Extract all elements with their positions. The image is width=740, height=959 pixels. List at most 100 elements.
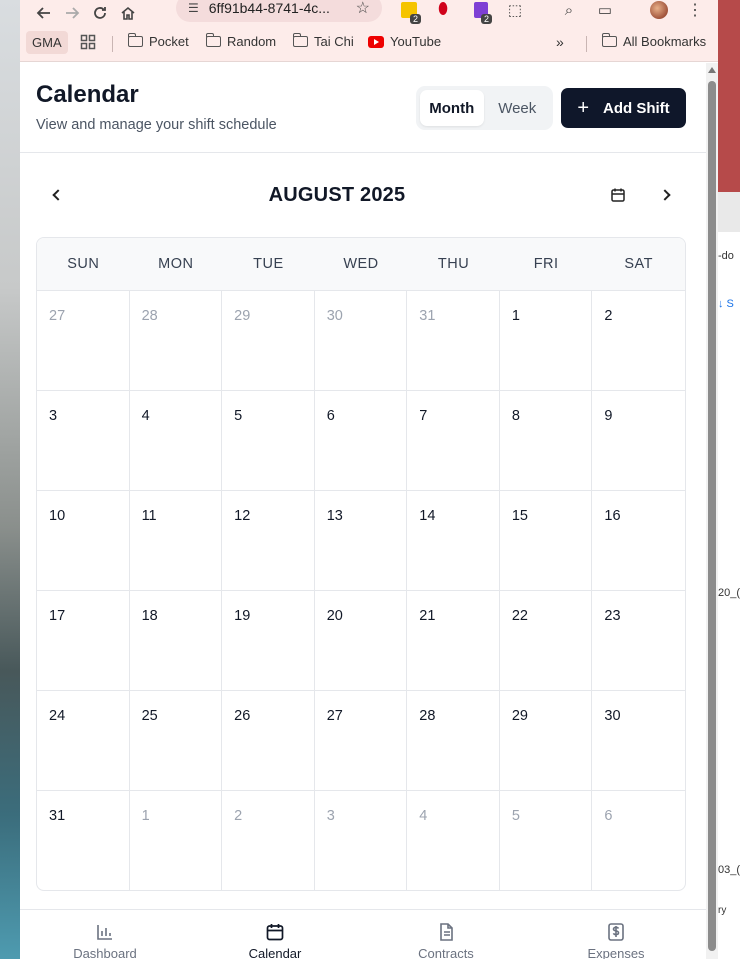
day-cell[interactable]: 31	[407, 291, 500, 391]
add-shift-button[interactable]: + Add Shift	[561, 88, 686, 128]
day-cell[interactable]: 4	[129, 391, 223, 491]
reload-icon	[94, 7, 106, 19]
day-cell[interactable]: 27	[314, 691, 408, 791]
document-icon	[440, 923, 453, 941]
extension-yellow[interactable]: 2	[398, 0, 421, 24]
scroll-up-arrow-icon[interactable]	[708, 67, 716, 73]
bookmark-star-icon[interactable]: ☆	[356, 0, 370, 18]
day-cell[interactable]: 3	[37, 391, 130, 491]
day-cell[interactable]: 14	[407, 491, 500, 591]
day-cell[interactable]: 22	[499, 591, 593, 691]
day-cell[interactable]: 20	[314, 591, 408, 691]
bookmark-label: Pocket	[149, 34, 189, 49]
nav-contracts[interactable]: Contracts	[386, 922, 506, 959]
weekday-label: TUE	[253, 256, 284, 272]
day-cell[interactable]: 2	[592, 291, 685, 391]
day-number: 13	[326, 508, 343, 524]
address-bar[interactable]: ☰ 6ff91b44-8741-4c... ☆	[176, 0, 382, 22]
day-cell[interactable]: 11	[129, 491, 223, 591]
day-cell[interactable]: 29	[499, 691, 593, 791]
day-cell[interactable]: 18	[129, 591, 223, 691]
day-number: 24	[49, 708, 66, 724]
day-cell[interactable]: 29	[222, 291, 315, 391]
day-number: 31	[419, 308, 436, 324]
plus-icon: +	[577, 97, 590, 119]
opera-extension-icon[interactable]: ⬮	[432, 0, 454, 20]
day-cell[interactable]: 5	[500, 791, 593, 890]
day-cell[interactable]: 27	[37, 291, 130, 391]
site-settings-icon[interactable]: ☰	[188, 1, 199, 15]
day-cell[interactable]: 7	[407, 391, 500, 491]
extensions-puzzle-icon[interactable]: ⬚	[504, 0, 526, 20]
nav-calendar[interactable]: Calendar	[215, 922, 335, 959]
day-number: 1	[141, 808, 150, 824]
day-cell[interactable]: 25	[129, 691, 223, 791]
date-picker-button[interactable]	[606, 183, 630, 207]
day-cell[interactable]: 10	[37, 491, 130, 591]
day-cell[interactable]: 21	[407, 591, 500, 691]
day-cell[interactable]: 1	[499, 291, 593, 391]
day-cell[interactable]: 19	[222, 591, 315, 691]
bookmark-gma[interactable]: GMA	[26, 31, 68, 54]
day-cell[interactable]: 6	[314, 391, 408, 491]
day-number: 23	[604, 608, 621, 624]
day-number: 15	[511, 508, 528, 524]
all-bookmarks-button[interactable]: All Bookmarks	[601, 33, 706, 49]
day-cell[interactable]: 6	[592, 791, 685, 890]
week-view-button[interactable]: Week	[486, 90, 550, 126]
weekday-label: MON	[158, 256, 194, 272]
day-cell[interactable]: 15	[499, 491, 593, 591]
extension-badge: 2	[409, 14, 421, 24]
nav-expenses[interactable]: Expenses	[556, 922, 676, 959]
profile-button[interactable]	[648, 0, 670, 20]
extension-purple[interactable]: 2	[470, 0, 492, 24]
page-scrollbar[interactable]	[706, 63, 718, 959]
bookmark-pocket[interactable]: Pocket	[127, 33, 189, 49]
day-cell[interactable]: 30	[314, 291, 408, 391]
day-cell[interactable]: 13	[314, 491, 408, 591]
back-button[interactable]	[30, 0, 58, 26]
bookmark-random[interactable]: Random	[205, 33, 277, 49]
day-cell[interactable]: 8	[499, 391, 593, 491]
youtube-icon	[368, 35, 384, 48]
day-number: 6	[604, 808, 613, 824]
page-subtitle: View and manage your shift schedule	[36, 117, 277, 133]
day-cell[interactable]: 2	[222, 791, 315, 890]
day-number: 4	[419, 808, 428, 824]
day-cell[interactable]: 1	[130, 791, 223, 890]
day-cell[interactable]: 24	[37, 691, 130, 791]
day-cell[interactable]: 5	[222, 391, 315, 491]
day-cell[interactable]: 30	[592, 691, 685, 791]
apps-grid-icon[interactable]	[80, 34, 96, 50]
page-title: Calendar	[36, 81, 139, 108]
page-search-icon[interactable]: ⌕	[558, 0, 580, 20]
nav-dashboard[interactable]: Dashboard	[45, 922, 165, 959]
next-month-button[interactable]	[654, 183, 678, 207]
bookmark-label: Random	[227, 34, 277, 49]
scroll-thumb[interactable]	[708, 81, 716, 951]
bookmark-tai-chi[interactable]: Tai Chi	[292, 33, 354, 49]
day-number: 3	[326, 808, 335, 824]
month-view-button[interactable]: Month	[420, 90, 484, 126]
day-cell[interactable]: 9	[592, 391, 685, 491]
day-cell[interactable]: 31	[37, 791, 130, 890]
forward-button[interactable]	[58, 0, 86, 26]
reload-button[interactable]	[86, 0, 114, 26]
cast-icon[interactable]: ▭	[594, 0, 616, 20]
bookmark-youtube[interactable]: YouTube	[368, 34, 441, 49]
day-cell[interactable]: 16	[592, 491, 685, 591]
home-button[interactable]	[114, 0, 142, 26]
day-cell[interactable]: 28	[407, 691, 500, 791]
day-cell[interactable]: 4	[407, 791, 500, 890]
day-cell[interactable]: 12	[222, 491, 315, 591]
day-cell[interactable]: 23	[592, 591, 685, 691]
day-cell[interactable]: 3	[315, 791, 408, 890]
more-bookmarks-button[interactable]: »	[556, 34, 564, 50]
weekday-label: FRI	[533, 256, 559, 272]
browser-menu-icon[interactable]: ⋮	[684, 0, 706, 20]
day-cell[interactable]: 26	[222, 691, 315, 791]
day-number: 28	[419, 708, 436, 724]
day-cell[interactable]: 17	[37, 591, 130, 691]
day-cell[interactable]: 28	[129, 291, 223, 391]
background-window-banner	[718, 0, 740, 192]
